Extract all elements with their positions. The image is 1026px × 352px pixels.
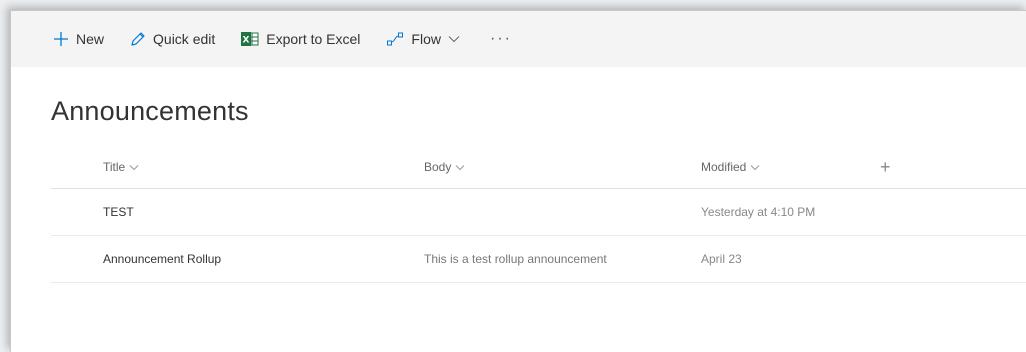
- column-header-row: Title Body Modified +: [51, 146, 1026, 189]
- command-bar: New Quick edit X Export to Excel Flow ··…: [11, 11, 1026, 67]
- column-header-body-label: Body: [424, 160, 452, 174]
- quick-edit-button[interactable]: Quick edit: [130, 21, 215, 57]
- more-options-button[interactable]: ···: [490, 30, 512, 48]
- new-button[interactable]: New: [53, 21, 104, 57]
- quick-edit-label: Quick edit: [153, 31, 216, 47]
- list-view: Title Body Modified + TEST Yesterday at …: [51, 146, 1026, 283]
- table-row[interactable]: Announcement Rollup This is a test rollu…: [51, 236, 1026, 283]
- table-row[interactable]: TEST Yesterday at 4:10 PM: [51, 189, 1026, 236]
- chevron-down-icon: [448, 35, 460, 43]
- svg-text:X: X: [243, 36, 250, 46]
- add-column-button[interactable]: +: [880, 157, 891, 178]
- row-title[interactable]: Announcement Rollup: [103, 252, 221, 266]
- chevron-down-icon: [129, 164, 139, 171]
- column-header-title[interactable]: Title: [103, 160, 139, 174]
- export-label: Export to Excel: [266, 31, 361, 47]
- chevron-down-icon: [455, 164, 465, 171]
- row-title[interactable]: TEST: [103, 205, 134, 219]
- column-header-modified[interactable]: Modified: [701, 160, 760, 174]
- row-modified: April 23: [701, 252, 742, 266]
- flow-icon: [386, 31, 404, 47]
- flow-button[interactable]: Flow: [386, 21, 460, 57]
- export-to-excel-button[interactable]: X Export to Excel: [241, 21, 360, 57]
- row-body: This is a test rollup announcement: [424, 252, 607, 266]
- sharepoint-list-view: New Quick edit X Export to Excel Flow ··…: [10, 10, 1026, 352]
- page-title: Announcements: [51, 96, 249, 126]
- chevron-down-icon: [750, 164, 760, 171]
- column-header-title-label: Title: [103, 160, 126, 174]
- flow-label: Flow: [411, 31, 441, 47]
- column-header-body[interactable]: Body: [424, 160, 465, 174]
- pencil-icon: [130, 31, 146, 47]
- plus-icon: [53, 31, 69, 47]
- row-modified: Yesterday at 4:10 PM: [701, 205, 816, 219]
- column-header-modified-label: Modified: [701, 160, 747, 174]
- new-label: New: [76, 31, 105, 47]
- excel-icon: X: [241, 31, 259, 47]
